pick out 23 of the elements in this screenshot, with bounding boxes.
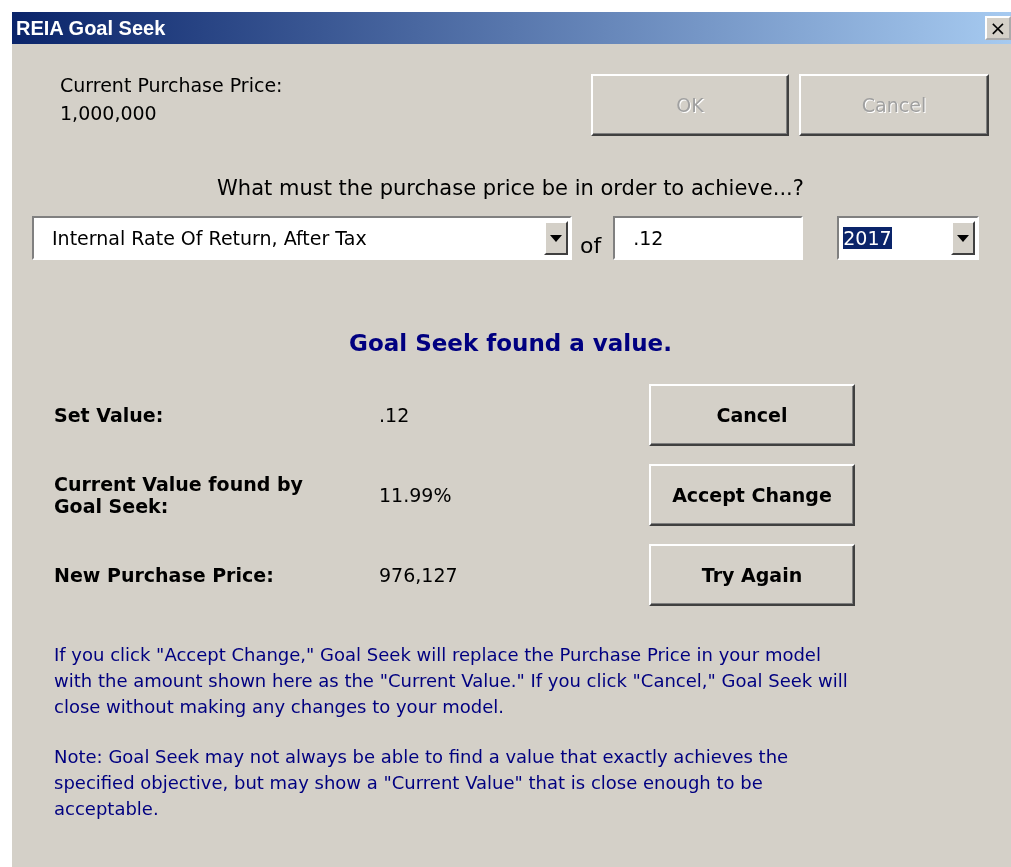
note-paragraph: If you click "Accept Change," Goal Seek will replace the Purchase Price in your model with the amount shown here as the "Current Value." If you click "Cancel," Goal Seek will close without making any changes to your model. — [54, 643, 849, 719]
field-label: Current Purchase Price: — [60, 74, 283, 96]
action-button[interactable]: Try Again — [649, 544, 855, 606]
field-value: 1,000,000 — [60, 102, 158, 124]
metric-dropdown[interactable]: Internal Rate Of Return, After Tax — [32, 216, 572, 260]
year-dropdown[interactable]: 2017 — [837, 216, 980, 260]
close-button[interactable]: × — [985, 16, 1011, 40]
of-label: of — [580, 232, 602, 258]
result-label: Set Value: — [54, 404, 165, 426]
result-label: New Purchase Price: — [54, 564, 275, 586]
result-value: 976,127 — [379, 564, 459, 586]
window-title: REIA Goal Seek — [16, 16, 166, 40]
dropdown-arrow-icon — [957, 234, 970, 242]
result-label: Current Value found by Goal Seek: — [54, 473, 304, 517]
target-input[interactable]: .12 — [613, 216, 804, 260]
question-text: What must the purchase price be in order to achieve...? — [217, 176, 804, 200]
action-button[interactable]: Cancel — [649, 384, 855, 446]
status-message: Goal Seek found a value. — [349, 330, 672, 356]
result-value: .12 — [379, 404, 411, 426]
note-paragraph: Note: Goal Seek may not always be able to find a value that exactly achieves the specified objective, but may show a "Current Value" that is close enough to be acceptable. — [54, 745, 790, 821]
dropdown-arrow-icon — [550, 234, 562, 242]
action-button[interactable]: Accept Change — [649, 464, 855, 526]
result-value: 11.99% — [379, 484, 453, 506]
